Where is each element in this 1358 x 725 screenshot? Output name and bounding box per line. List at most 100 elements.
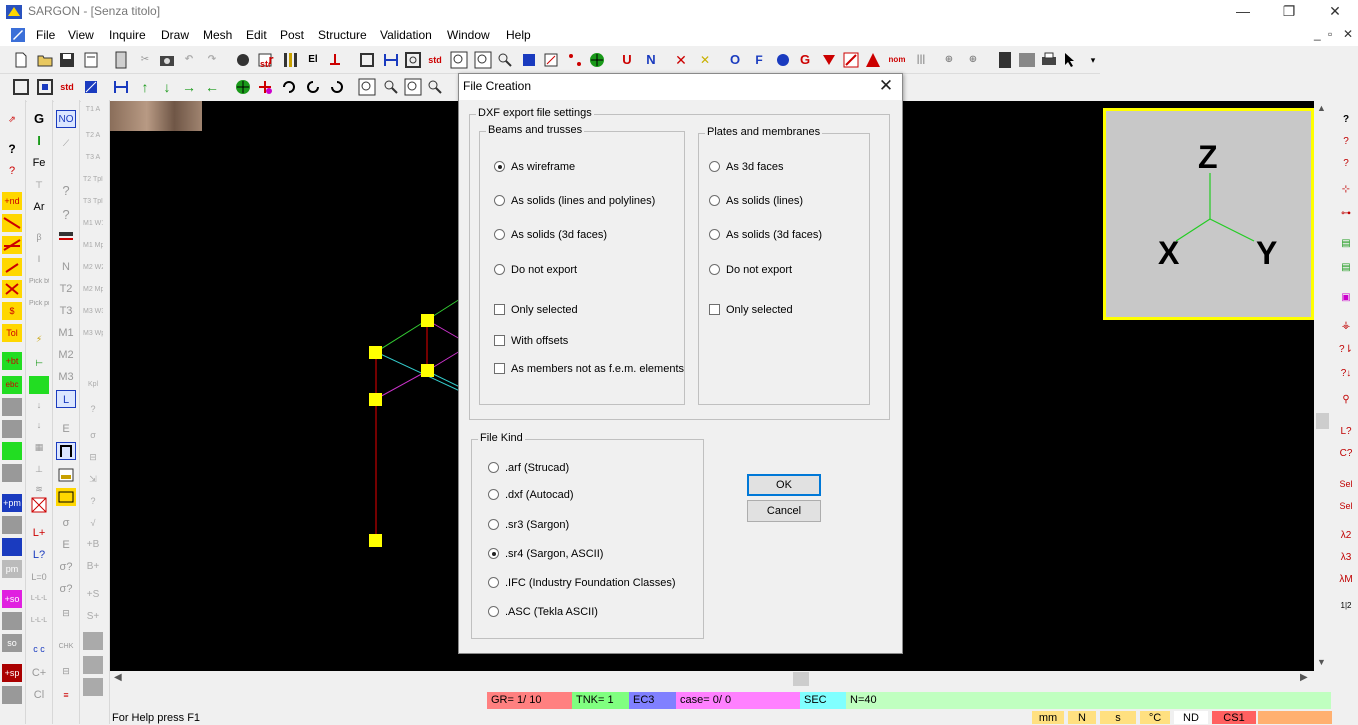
beams-option-no-export[interactable]: Do not export <box>494 264 577 278</box>
plates-check-only-selected[interactable]: Only selected <box>709 304 793 318</box>
dim-tool-icon[interactable]: L-L-L <box>29 590 49 608</box>
camera-icon[interactable] <box>158 51 176 69</box>
l-query-right-tool[interactable]: L? <box>1335 424 1357 440</box>
chk-b-icon[interactable]: ⊟ <box>56 662 76 680</box>
warning-icon[interactable] <box>864 51 882 69</box>
g-tool[interactable]: G <box>796 51 814 69</box>
zoom-icon[interactable] <box>450 51 468 69</box>
tolerance-tool[interactable]: Tol <box>2 324 22 342</box>
dialog-close-icon[interactable]: ✕ <box>875 76 897 98</box>
std-view-tool[interactable]: std <box>58 78 76 96</box>
grey-tool-c-icon[interactable] <box>2 464 22 482</box>
edit-list-icon[interactable] <box>82 78 100 96</box>
cut-icon[interactable]: ✂ <box>136 51 154 69</box>
pm-tool-icon[interactable]: pm <box>2 560 22 578</box>
sigma-query-tool[interactable]: σ? <box>56 558 76 576</box>
tool-c4-c-icon[interactable]: ? <box>83 492 103 510</box>
n-palette-tool[interactable]: N <box>56 258 76 276</box>
diagram-tool-icon[interactable]: ⊟ <box>56 604 76 622</box>
l-plus-tool[interactable]: L+ <box>29 524 49 542</box>
horizontal-scrollbar[interactable]: ◀ ▶ <box>110 671 1315 688</box>
green-bar-icon[interactable] <box>29 376 49 394</box>
radio-icon[interactable] <box>488 462 499 473</box>
beams-check-only-selected[interactable]: Only selected <box>494 304 578 318</box>
m1-w1-tool[interactable]: M1 W1 <box>83 220 103 238</box>
m1-mpl1-tool[interactable]: M1 Mpl1 <box>83 242 103 260</box>
columns-icon[interactable] <box>282 51 300 69</box>
print-icon[interactable] <box>1040 51 1058 69</box>
tool-c4-b-icon[interactable]: ⇲ <box>83 470 103 488</box>
add-solid-tool[interactable]: +so <box>2 590 22 608</box>
menu-help[interactable]: Help <box>506 28 531 42</box>
n-tool[interactable]: N <box>642 51 660 69</box>
menu-mesh[interactable]: Mesh <box>203 28 232 42</box>
plate-mesh-icon[interactable] <box>2 538 22 556</box>
fe-palette-tool[interactable]: Fe <box>29 154 49 172</box>
vertical-scrollbar[interactable]: ▲ ▼ <box>1314 101 1331 671</box>
beams-option-wireframe[interactable]: As wireframe <box>494 161 575 175</box>
menu-view[interactable]: View <box>68 28 94 42</box>
arrow-up-icon[interactable]: ↑ <box>136 78 154 96</box>
ar-palette-tool[interactable]: Ar <box>29 198 49 216</box>
t2-tpl2-tool[interactable]: T2 Tpl2 <box>83 176 103 194</box>
horizontal-scroll-thumb[interactable] <box>793 672 809 686</box>
delete-icon[interactable]: ✕ <box>672 51 690 69</box>
s-plus-tool[interactable]: S+ <box>83 608 103 626</box>
sigma-query-b-tool[interactable]: σ? <box>56 580 76 598</box>
document-icon[interactable] <box>10 27 26 43</box>
kind-option-sr4[interactable]: .sr4 (Sargon, ASCII) <box>488 548 603 562</box>
green-tool-icon[interactable] <box>2 442 22 460</box>
c-plus-tool[interactable]: C+ <box>29 664 49 682</box>
beam-profile-icon[interactable]: ⊤ <box>29 176 49 194</box>
radio-icon[interactable] <box>488 519 499 530</box>
beams-option-solids-faces[interactable]: As solids (3d faces) <box>494 229 607 243</box>
checkbox-icon[interactable] <box>494 363 505 374</box>
menu-inquire[interactable]: Inquire <box>109 28 146 42</box>
scroll-down-icon[interactable]: ▼ <box>1317 657 1326 667</box>
move-all-icon[interactable] <box>234 78 252 96</box>
menu-window[interactable]: Window <box>447 28 490 42</box>
ok-button[interactable]: OK <box>747 474 821 496</box>
e-palette-tool[interactable]: E <box>56 420 76 438</box>
query-grey-icon[interactable]: ? <box>56 182 76 200</box>
frame-toggle-icon[interactable] <box>56 442 76 460</box>
pan-icon[interactable] <box>496 51 514 69</box>
sel-right-tool[interactable]: Sel <box>1335 476 1357 492</box>
arrow-left-icon[interactable]: ← <box>203 78 221 96</box>
beams-option-solids-lines[interactable]: As solids (lines and polylines) <box>494 195 655 209</box>
t2-palette-tool[interactable]: T2 <box>56 280 76 298</box>
kind-option-arf[interactable]: .arf (Strucad) <box>488 462 569 476</box>
t3-palette-tool[interactable]: T3 <box>56 302 76 320</box>
load-icon[interactable] <box>820 51 838 69</box>
dim-tool-b-icon[interactable]: L-L-L <box>29 612 49 630</box>
radio-selected-icon[interactable] <box>494 161 505 172</box>
zoom-previous-icon[interactable] <box>426 78 444 96</box>
kind-option-asc[interactable]: .ASC (Tekla ASCII) <box>488 606 598 620</box>
help-pointer-icon[interactable] <box>1062 51 1080 69</box>
scroll-right-icon[interactable]: ▶ <box>1300 672 1308 683</box>
l-toggle[interactable]: L <box>56 390 76 408</box>
plus-s-tool[interactable]: +S <box>83 586 103 604</box>
e-tool-b[interactable]: E <box>56 536 76 554</box>
kpl-tool[interactable]: Kpl <box>83 376 103 394</box>
nodes-icon[interactable] <box>566 51 584 69</box>
b-plus-tool[interactable]: B+ <box>83 558 103 576</box>
link-right-icon[interactable]: ⊶ <box>1335 206 1357 222</box>
mdi-close-button[interactable]: ✕ <box>1343 27 1353 41</box>
beam-tool-icon[interactable] <box>2 214 22 232</box>
query-c4-icon[interactable]: ? <box>83 400 103 418</box>
zoom-window-icon[interactable] <box>474 51 492 69</box>
nom-tool[interactable]: nom <box>888 51 906 69</box>
plates-option-no-export[interactable]: Do not export <box>709 264 792 278</box>
radio-icon[interactable] <box>488 489 499 500</box>
node-tool-icon[interactable]: ⇗ <box>2 110 22 128</box>
rotate-x-icon[interactable] <box>280 78 298 96</box>
select-icon[interactable] <box>542 51 560 69</box>
checkbox-icon[interactable] <box>494 335 505 346</box>
t3-a-tool[interactable]: T3 A <box>83 154 103 172</box>
arrow-down-palette-icon[interactable]: ↓ <box>29 396 49 414</box>
edit-icon[interactable] <box>842 51 860 69</box>
mass-right-icon[interactable]: ⚶ <box>1335 318 1357 334</box>
beams-check-as-members[interactable]: As members not as f.e.m. elements <box>494 363 684 377</box>
add-spring-tool[interactable]: +sp <box>2 664 22 682</box>
